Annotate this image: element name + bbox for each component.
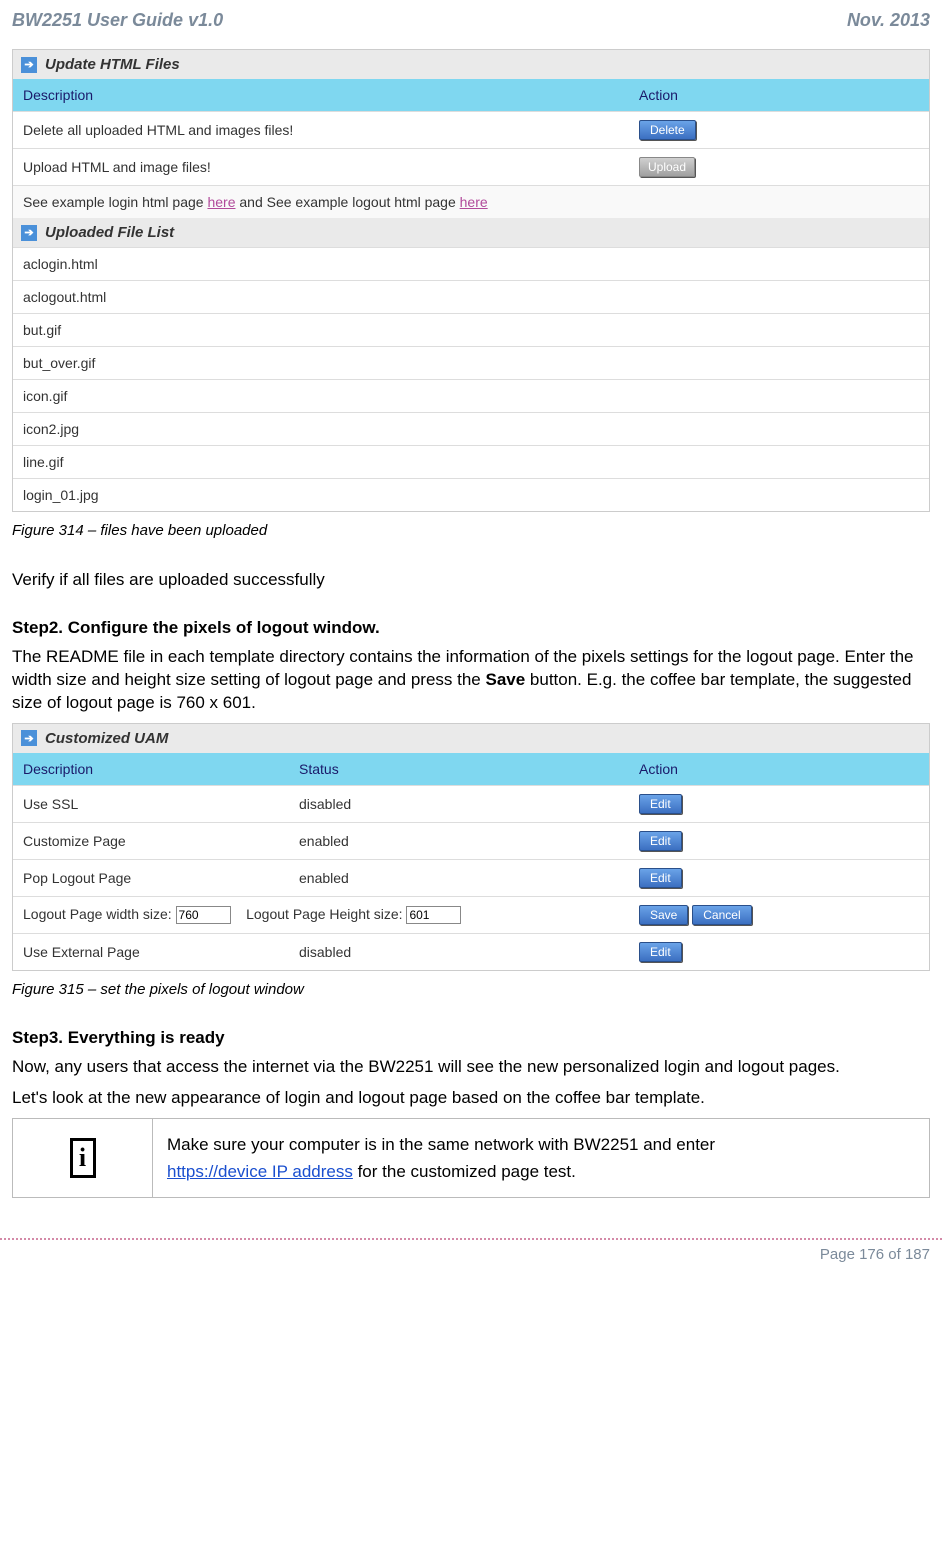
file-name: aclogin.html (13, 248, 929, 281)
save-button[interactable]: Save (639, 905, 688, 925)
see-prefix: See example login html page (23, 194, 207, 210)
height-label: Logout Page Height size: (246, 906, 402, 922)
customized-uam-panel: ➔ Customized UAM Description Status Acti… (12, 723, 930, 971)
col-action: Action (629, 753, 929, 786)
list-item: icon2.jpg (13, 413, 929, 446)
info-icon: i (70, 1138, 96, 1178)
height-input[interactable] (406, 906, 461, 924)
row-desc: Delete all uploaded HTML and images file… (13, 112, 629, 149)
see-example-row: See example login html page here and See… (13, 186, 929, 219)
panel-header: ➔ Customized UAM (13, 724, 929, 753)
figure-caption: Figure 314 – files have been uploaded (12, 522, 930, 539)
col-description: Description (13, 79, 629, 112)
arrow-right-icon: ➔ (21, 57, 37, 73)
login-example-link[interactable]: here (207, 194, 235, 210)
col-action: Action (629, 79, 929, 112)
file-name: icon2.jpg (13, 413, 929, 446)
file-name: aclogout.html (13, 281, 929, 314)
width-input[interactable] (176, 906, 231, 924)
info-icon-cell: i (13, 1119, 153, 1197)
list-item: but.gif (13, 314, 929, 347)
figure-caption: Figure 315 – set the pixels of logout wi… (12, 981, 930, 998)
table-row: Upload HTML and image files! Upload (13, 149, 929, 186)
file-name: login_01.jpg (13, 479, 929, 512)
file-name: line.gif (13, 446, 929, 479)
edit-button[interactable]: Edit (639, 794, 682, 814)
cancel-button[interactable]: Cancel (692, 905, 751, 925)
panel-title: Update HTML Files (45, 56, 180, 73)
list-item: but_over.gif (13, 347, 929, 380)
info-note: i Make sure your computer is in the same… (12, 1118, 930, 1198)
list-item: line.gif (13, 446, 929, 479)
step2-para: The README file in each template directo… (12, 646, 930, 715)
list-item: login_01.jpg (13, 479, 929, 512)
list-item: icon.gif (13, 380, 929, 413)
file-name: but_over.gif (13, 347, 929, 380)
panel-header: ➔ Uploaded File List (13, 218, 929, 247)
logout-size-row: Logout Page width size: Logout Page Heig… (13, 896, 929, 933)
update-html-panel: ➔ Update HTML Files Description Action D… (12, 49, 930, 512)
table-row: Use External Page disabled Edit (13, 933, 929, 970)
col-description: Description (13, 753, 289, 786)
arrow-right-icon: ➔ (21, 225, 37, 241)
table-row: Customize Page enabled Edit (13, 822, 929, 859)
table-row: Delete all uploaded HTML and images file… (13, 112, 929, 149)
edit-button[interactable]: Edit (639, 942, 682, 962)
see-mid: and See example logout html page (235, 194, 459, 210)
step3-title: Step3. Everything is ready (12, 1028, 930, 1048)
upload-button[interactable]: Upload (639, 157, 695, 177)
edit-button[interactable]: Edit (639, 831, 682, 851)
table-row: Pop Logout Page enabled Edit (13, 859, 929, 896)
doc-title: BW2251 User Guide v1.0 (12, 10, 223, 31)
list-item: aclogin.html (13, 248, 929, 281)
note-line2: for the customized page test. (353, 1162, 576, 1181)
step3-para1: Now, any users that access the internet … (12, 1056, 930, 1079)
panel-title: Customized UAM (45, 730, 168, 747)
panel-title: Uploaded File List (45, 224, 174, 241)
device-ip-link[interactable]: https://device IP address (167, 1162, 353, 1181)
edit-button[interactable]: Edit (639, 868, 682, 888)
arrow-right-icon: ➔ (21, 730, 37, 746)
width-label: Logout Page width size: (23, 906, 172, 922)
delete-button[interactable]: Delete (639, 120, 696, 140)
doc-date: Nov. 2013 (847, 10, 930, 31)
panel-header: ➔ Update HTML Files (13, 50, 929, 79)
col-status: Status (289, 753, 629, 786)
logout-example-link[interactable]: here (460, 194, 488, 210)
verify-text: Verify if all files are uploaded success… (12, 569, 930, 592)
note-line1: Make sure your computer is in the same n… (167, 1131, 715, 1158)
row-desc: Upload HTML and image files! (13, 149, 629, 186)
step3-para2: Let's look at the new appearance of logi… (12, 1087, 930, 1110)
page-number: Page 176 of 187 (0, 1240, 942, 1283)
file-name: but.gif (13, 314, 929, 347)
step2-title: Step2. Configure the pixels of logout wi… (12, 618, 930, 638)
list-item: aclogout.html (13, 281, 929, 314)
table-row: Use SSL disabled Edit (13, 785, 929, 822)
file-name: icon.gif (13, 380, 929, 413)
